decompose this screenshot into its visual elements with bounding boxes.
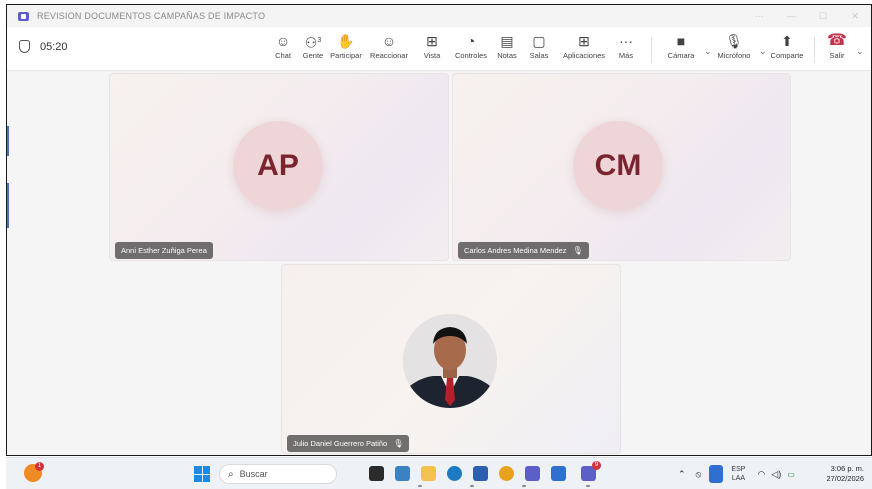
more-button[interactable]: ··· Más bbox=[604, 32, 648, 60]
search-placeholder: Buscar bbox=[239, 469, 268, 479]
camera-options-chevron-icon[interactable]: ⌄ bbox=[704, 46, 712, 57]
edge-browser-icon[interactable] bbox=[447, 466, 462, 481]
chrome-browser-icon[interactable] bbox=[499, 466, 514, 481]
more-icon: ··· bbox=[619, 33, 633, 49]
microphone-icon: 🎙 bbox=[725, 33, 743, 49]
running-indicator bbox=[586, 485, 590, 487]
camera-off-icon: ■ bbox=[676, 33, 686, 49]
raise-hand-icon: ✋ bbox=[337, 33, 355, 49]
system-tray: ⌃ ⦸ ESP LAA ◠ ◁) ▭ bbox=[678, 458, 795, 489]
windows-taskbar: 1 ⌕ Buscar 9 ⌃ ⦸ ESP LAA ◠ ◁) ▭ 3:06 p. … bbox=[6, 457, 872, 489]
search-icon: ⌕ bbox=[228, 468, 234, 480]
share-icon: ⬆ bbox=[781, 33, 793, 49]
window-title: REVISION DOCUMENTOS CAMPAÑAS DE IMPACTO bbox=[37, 11, 266, 21]
participant-tile[interactable]: AP Anni Esther Zuñiga Perea bbox=[109, 73, 449, 261]
leave-button[interactable]: ☎ Salir bbox=[815, 32, 859, 60]
close-icon[interactable]: ✕ bbox=[839, 11, 871, 22]
windows-start-icon[interactable] bbox=[194, 466, 210, 482]
portrait-photo bbox=[403, 314, 497, 408]
participant-name-tag: Anni Esther Zuñiga Perea bbox=[115, 242, 213, 259]
camera-button[interactable]: ■ Cámara bbox=[659, 32, 703, 60]
microphone-tray-icon[interactable] bbox=[709, 465, 724, 483]
show-hidden-icons-chevron-icon[interactable]: ⌃ bbox=[678, 469, 686, 480]
participant-tile[interactable]: Julio Daniel Guerrero Patiño 🎙 bbox=[281, 264, 621, 454]
avatar: CM bbox=[573, 121, 663, 211]
participant-name: Julio Daniel Guerrero Patiño bbox=[293, 439, 388, 448]
participant-name-tag: Julio Daniel Guerrero Patiño 🎙 bbox=[287, 435, 410, 452]
participant-photo bbox=[403, 314, 497, 408]
task-view-icon[interactable] bbox=[369, 466, 384, 481]
microphone-button[interactable]: 🎙 Micrófono bbox=[712, 32, 756, 60]
raise-hand-button[interactable]: ✋ Participar bbox=[324, 32, 368, 60]
avatar-initials: AP bbox=[257, 149, 299, 182]
running-indicator bbox=[522, 485, 526, 487]
wifi-icon[interactable]: ◠ bbox=[757, 469, 765, 480]
app-notification-badge: 9 bbox=[592, 461, 601, 470]
view-icon: ⊞ bbox=[426, 33, 438, 49]
maximize-icon[interactable]: ☐ bbox=[807, 11, 839, 22]
file-explorer-icon[interactable] bbox=[421, 466, 436, 481]
mic-off-tray-icon[interactable]: ⦸ bbox=[696, 469, 702, 480]
shield-icon bbox=[19, 40, 30, 53]
avatar-initials: CM bbox=[594, 149, 642, 182]
minimize-icon[interactable]: — bbox=[775, 11, 807, 21]
notification-badge: 1 bbox=[35, 462, 44, 471]
title-bar: REVISION DOCUMENTOS CAMPAÑAS DE IMPACTO … bbox=[7, 5, 871, 27]
hang-up-icon: ☎ bbox=[827, 32, 847, 49]
volume-icon[interactable]: ◁) bbox=[771, 469, 781, 480]
meeting-timer: 05:20 bbox=[19, 40, 68, 53]
view-button[interactable]: ⊞ Vista bbox=[410, 32, 454, 60]
system-clock[interactable]: 3:06 p. m. 27/02/2026 bbox=[826, 464, 864, 484]
taskbar-search-box[interactable]: ⌕ Buscar bbox=[219, 464, 337, 484]
input-language[interactable]: ESP LAA bbox=[731, 465, 745, 483]
rooms-icon: ▢ bbox=[532, 33, 546, 49]
mic-muted-icon: 🎙 bbox=[393, 439, 404, 448]
apps-button[interactable]: ⊞ Aplicaciones bbox=[562, 32, 606, 60]
apps-icon: ⊞ bbox=[578, 33, 590, 49]
participant-name: Anni Esther Zuñiga Perea bbox=[121, 246, 207, 255]
toolbar-divider bbox=[651, 37, 652, 63]
window-controls: ··· — ☐ ✕ bbox=[743, 5, 871, 27]
teams-app-icon bbox=[18, 11, 29, 21]
react-icon: ☺ bbox=[381, 33, 397, 49]
battery-icon[interactable]: ▭ bbox=[787, 470, 795, 479]
timer-text: 05:20 bbox=[40, 40, 68, 53]
participant-name: Carlos Andres Medina Mendez bbox=[464, 246, 567, 255]
share-button[interactable]: ⬆ Comparte bbox=[765, 32, 809, 60]
store-app-icon[interactable] bbox=[551, 466, 566, 481]
participant-tile[interactable]: CM Carlos Andres Medina Mendez 🎙 bbox=[452, 73, 791, 261]
mail-app-icon[interactable] bbox=[473, 466, 488, 481]
more-options-icon[interactable]: ··· bbox=[743, 11, 775, 21]
mic-muted-icon: 🎙 bbox=[572, 246, 583, 255]
react-button[interactable]: ☺ Reaccionar bbox=[367, 32, 411, 60]
rooms-button[interactable]: ▢ Salas bbox=[517, 32, 561, 60]
widgets-app-icon[interactable] bbox=[395, 466, 410, 481]
running-indicator bbox=[470, 485, 474, 487]
running-indicator bbox=[418, 485, 422, 487]
teams-meeting-window: REVISION DOCUMENTOS CAMPAÑAS DE IMPACTO … bbox=[6, 4, 872, 456]
teams-app-icon[interactable] bbox=[525, 466, 540, 481]
meeting-toolbar: 05:20 ☺ Chat ⚇3 Gente ✋ Participar ☺ Rea… bbox=[7, 27, 871, 71]
leave-options-chevron-icon[interactable]: ⌄ bbox=[856, 46, 864, 57]
video-stage: AP Anni Esther Zuñiga Perea CM Carlos An… bbox=[7, 71, 871, 455]
avatar: AP bbox=[233, 121, 323, 211]
participant-name-tag: Carlos Andres Medina Mendez 🎙 bbox=[458, 242, 589, 259]
